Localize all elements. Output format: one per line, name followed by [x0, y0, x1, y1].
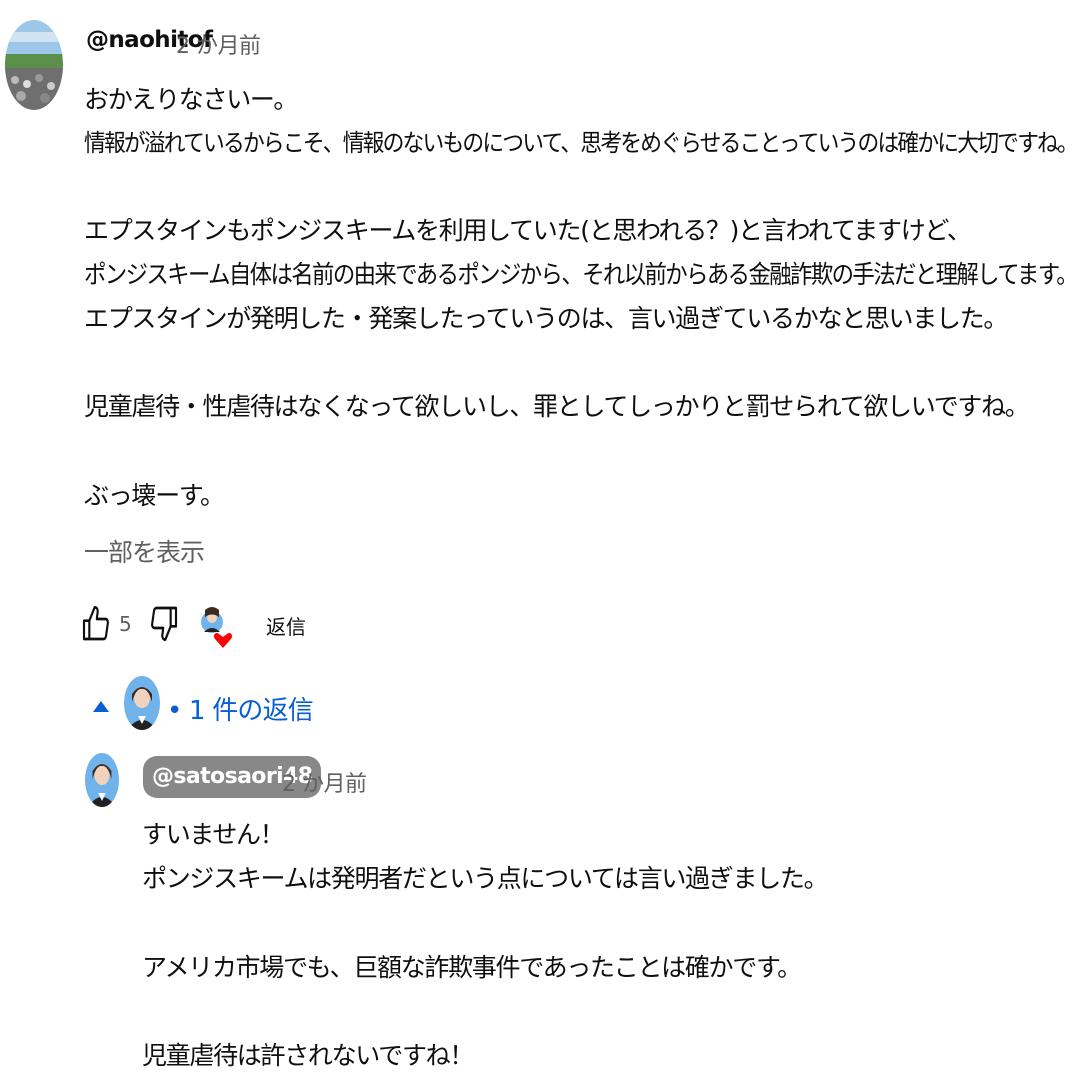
reply-author-avatar[interactable] [85, 753, 119, 807]
comment-line: エプスタインが発明した・発案したっていうのは、言い過ぎているかなと思いました。 [84, 304, 1008, 333]
reply-author-mini-avatar [124, 676, 160, 730]
dislike-button[interactable] [148, 603, 180, 643]
like-count: 5 [119, 612, 132, 636]
replies-count-label[interactable]: • 1 件の返信 [167, 690, 314, 727]
heart-icon [213, 632, 233, 648]
comment-line: おかえりなさいー。 [84, 85, 298, 114]
reply-line: アメリカ市場でも、巨額な詐欺事件であったことは確かです。 [142, 953, 802, 982]
comment-timestamp[interactable]: 2 か月前 [176, 28, 261, 60]
comment-line: ポンジスキーム自体は名前の由来であるポンジから、それ以前からある金融詐欺の手法だ… [84, 260, 1079, 289]
caret-up-icon [93, 701, 109, 712]
commenter-avatar[interactable] [5, 20, 63, 110]
thumbs-down-icon [151, 606, 178, 641]
comment-line: ぶっ壊ーす。 [84, 481, 225, 510]
comment-line: 情報が溢れているからこそ、情報のないものについて、思考をめぐらせることっていうの… [84, 129, 1079, 157]
replies-toggle[interactable]: • 1 件の返信 [90, 676, 314, 736]
comment-line: エプスタインもポンジスキームを利用していた(と思われる？)と言われてますけど、 [84, 216, 972, 245]
reply-timestamp[interactable]: 2 か月前 [282, 766, 367, 798]
reply-line: 児童虐待は許されないですね！ [142, 1041, 474, 1070]
reply-line: ポンジスキームは発明者だという点については言い過ぎました。 [142, 864, 829, 893]
show-more-link[interactable]: 一部を表示 [84, 533, 205, 569]
thumbs-up-icon [82, 606, 109, 641]
reply-button[interactable]: 返信 [266, 611, 306, 640]
creator-heart-badge [200, 604, 234, 650]
comment-line: 児童虐待・性虐待はなくなって欲しいし、罪としてしっかりと罰せられて欲しいですね。 [84, 392, 1030, 421]
like-button[interactable] [80, 604, 112, 644]
reply-line: すいません！ [142, 820, 285, 849]
